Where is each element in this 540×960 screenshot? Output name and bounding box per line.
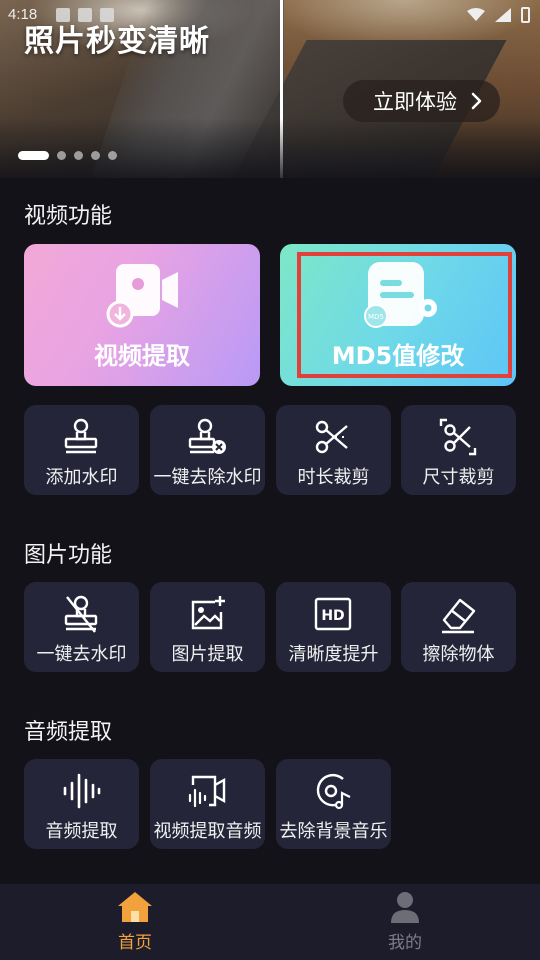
notification-icon	[100, 8, 114, 22]
notification-icon	[78, 8, 92, 22]
nav-mine[interactable]: 我的	[355, 890, 455, 953]
chevron-right-icon	[471, 92, 482, 110]
tile-label: 图片提取	[171, 644, 244, 665]
tile-video-extract-audio[interactable]: 视频提取音频	[150, 759, 265, 849]
audio-section-title: 音频提取	[24, 720, 113, 745]
scissors-icon	[315, 420, 348, 454]
tile-label: 尺寸裁剪	[422, 467, 495, 488]
waveform-icon	[63, 773, 101, 809]
banner-pagination	[18, 151, 117, 160]
signal-icon	[495, 8, 511, 22]
user-icon	[391, 892, 419, 923]
tile-erase-object[interactable]: 擦除物体	[401, 582, 516, 672]
tile-label: 擦除物体	[422, 644, 495, 665]
pagination-dot[interactable]	[91, 151, 100, 160]
stamp-icon	[64, 418, 98, 454]
image-section-title: 图片功能	[24, 543, 113, 568]
video-extract-card[interactable]: 视频提取	[24, 244, 260, 386]
video-extract-icon	[106, 264, 178, 328]
pagination-dot[interactable]	[108, 151, 117, 160]
tile-label: 音频提取	[45, 821, 118, 842]
tile-label: 时长裁剪	[297, 467, 370, 488]
status-time: 4:18	[8, 6, 38, 23]
home-icon	[118, 892, 152, 922]
tile-label: 一键去水印	[36, 644, 127, 665]
tile-label: 视频提取音频	[153, 821, 262, 842]
wifi-icon	[467, 8, 485, 21]
stamp-strike-icon	[64, 595, 98, 633]
bottom-nav: 首页 我的	[0, 884, 540, 960]
tile-label: 添加水印	[45, 467, 118, 488]
try-now-label: 立即体验	[373, 90, 457, 114]
highlight-box	[297, 252, 512, 378]
notification-icon	[56, 8, 70, 22]
tile-remove-watermark[interactable]: 一键去除水印	[150, 405, 265, 495]
tile-one-click-dewatermark[interactable]: 一键去水印	[24, 582, 139, 672]
nav-home[interactable]: 首页	[85, 890, 185, 953]
tile-image-extract[interactable]: 图片提取	[150, 582, 265, 672]
tile-add-watermark[interactable]: 添加水印	[24, 405, 139, 495]
video-extract-label: 视频提取	[94, 342, 190, 370]
eraser-icon	[442, 598, 476, 634]
tile-remove-bgm[interactable]: 去除背景音乐	[276, 759, 391, 849]
pagination-dot[interactable]	[18, 151, 49, 160]
disc-music-icon	[316, 774, 351, 810]
tile-size-crop[interactable]: 尺寸裁剪	[401, 405, 516, 495]
try-now-button[interactable]: 立即体验	[343, 80, 500, 122]
hd-icon: HD	[314, 597, 352, 631]
crop-scissors-icon	[439, 418, 477, 456]
video-section-title: 视频功能	[24, 204, 113, 229]
svg-text:HD: HD	[321, 608, 344, 624]
battery-icon	[521, 7, 530, 23]
pagination-dot[interactable]	[57, 151, 66, 160]
stamp-remove-icon	[188, 418, 226, 454]
tile-audio-extract[interactable]: 音频提取	[24, 759, 139, 849]
tile-label: 去除背景音乐	[279, 821, 388, 842]
status-bar: 4:18	[0, 0, 540, 30]
nav-mine-label: 我的	[388, 933, 422, 953]
tile-clarity-boost[interactable]: HD 清晰度提升	[276, 582, 391, 672]
nav-home-label: 首页	[118, 933, 152, 953]
video-audio-icon	[188, 775, 226, 808]
pagination-dot[interactable]	[74, 151, 83, 160]
tile-label: 一键去除水印	[153, 467, 262, 488]
image-add-icon	[191, 596, 225, 630]
tile-duration-trim[interactable]: 时长裁剪	[276, 405, 391, 495]
tile-label: 清晰度提升	[288, 644, 379, 665]
